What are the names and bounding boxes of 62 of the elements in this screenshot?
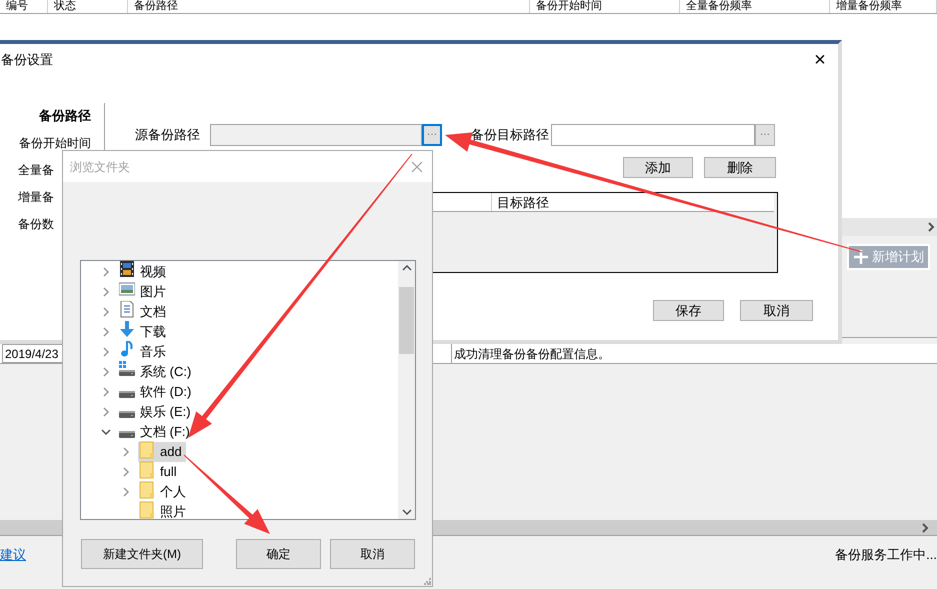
dialog-title: 浏览文件夹 — [70, 158, 130, 176]
ok-button[interactable]: 确定 — [236, 539, 321, 569]
chevron-right-icon — [927, 222, 935, 232]
delete-button[interactable]: 删除 — [704, 157, 776, 178]
dialog-title: 备份设置 — [1, 51, 53, 70]
scrollbar-thumb[interactable] — [399, 286, 414, 354]
tree-item[interactable]: 个人 — [138, 482, 190, 502]
close-icon — [411, 160, 423, 172]
new-folder-button[interactable]: 新建文件夹(M) — [81, 539, 203, 569]
tree-item[interactable]: 下载 — [118, 322, 170, 342]
nav-item[interactable]: 备份开始时间 — [19, 136, 91, 150]
tree-item[interactable]: 文档 — [118, 302, 170, 322]
close-button[interactable] — [410, 160, 424, 174]
status-text: 备份服务工作中... — [835, 546, 937, 564]
scrollbar[interactable] — [398, 261, 415, 519]
suggestion-link[interactable]: 建议 — [0, 545, 26, 564]
chevron-up-icon — [402, 265, 412, 271]
folder-icon — [139, 461, 155, 479]
tree-item[interactable]: 图片 — [118, 282, 170, 302]
chevron-down-icon — [402, 509, 412, 515]
folder-icon — [139, 501, 155, 519]
folder-icon — [139, 441, 155, 459]
nav-item[interactable]: 增量备 — [18, 190, 54, 204]
column-header[interactable]: 编号 — [0, 0, 48, 13]
tree-item[interactable]: 音乐 — [118, 342, 170, 362]
drive-icon — [119, 361, 135, 379]
column-header[interactable]: 增量备份频率 — [830, 0, 937, 13]
field-label: 备份目标路径 — [471, 126, 550, 144]
nav-item[interactable]: 备份路径 — [39, 108, 91, 122]
column-header[interactable]: 备份开始时间 — [530, 0, 680, 13]
cancel-button[interactable]: 取消 — [330, 539, 415, 569]
tree-item[interactable]: 照片 — [138, 502, 190, 519]
browse-button[interactable]: ··· — [422, 124, 442, 146]
document-icon — [119, 301, 135, 319]
down-arrow-icon — [119, 321, 135, 339]
chevron-right-icon — [921, 522, 929, 532]
target-path-field[interactable] — [551, 124, 755, 146]
column-header[interactable]: 全量备份频率 — [680, 0, 830, 13]
tree-item[interactable]: 文档 (F:) — [118, 422, 194, 442]
cancel-button[interactable]: 取消 — [740, 300, 813, 321]
add-button[interactable]: 添加 — [623, 157, 693, 178]
drive-icon — [119, 391, 135, 399]
drive-icon — [119, 431, 135, 439]
save-button[interactable]: 保存 — [653, 300, 724, 321]
tree-item[interactable]: 系统 (C:) — [118, 362, 196, 382]
field-label: 源备份路径 — [135, 126, 201, 144]
drive-icon — [119, 411, 135, 419]
folder-icon — [139, 481, 155, 499]
close-button[interactable]: × — [812, 50, 828, 70]
tree-item[interactable]: full — [138, 462, 181, 482]
column-header[interactable]: 状态 — [48, 0, 128, 13]
column-header[interactable]: 备份路径 — [128, 0, 530, 13]
tree-item[interactable]: 视频 — [118, 262, 170, 282]
nav-item[interactable]: 备份数 — [18, 216, 54, 230]
browse-button[interactable]: ··· — [755, 124, 775, 146]
tree-item[interactable]: add — [138, 442, 186, 462]
nav-item[interactable]: 全量备 — [18, 162, 54, 176]
plus-icon — [853, 249, 869, 265]
music-note-icon — [119, 341, 135, 359]
source-path-field[interactable] — [210, 124, 422, 146]
tree-item[interactable]: 娱乐 (E:) — [118, 402, 195, 422]
tree-item[interactable]: 软件 (D:) — [118, 382, 196, 402]
